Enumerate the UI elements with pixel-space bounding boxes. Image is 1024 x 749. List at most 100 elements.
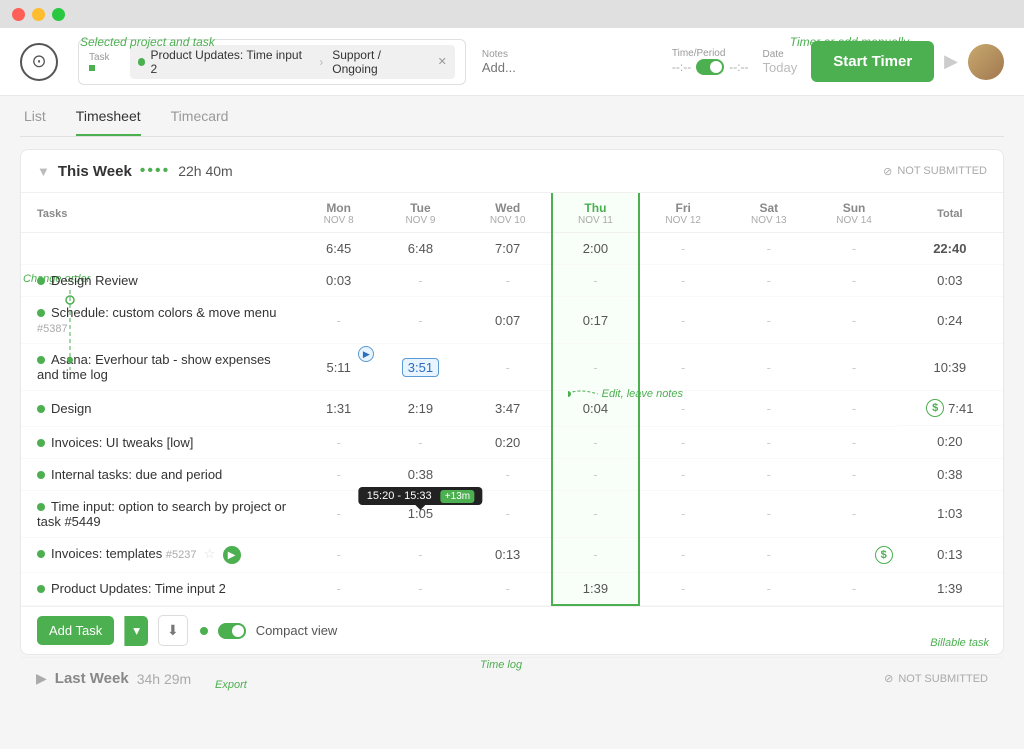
row4-mon[interactable]: 1:31 <box>301 391 376 427</box>
row5-tue: - <box>376 426 464 458</box>
task-dot-icon <box>37 439 45 447</box>
task-dot-icon <box>37 550 45 558</box>
notes-label: Notes <box>482 49 658 60</box>
row7-tue[interactable]: 15:20 - 15:33 +13m 1:05 <box>376 490 464 537</box>
minimize-button[interactable] <box>32 8 45 21</box>
col-thu: ThuNOV 11 <box>552 193 640 233</box>
tab-list[interactable]: List <box>24 108 46 136</box>
totals-sun: - <box>811 233 896 265</box>
task-tag[interactable]: Product Updates: Time input 2 › Support … <box>130 45 455 79</box>
last-week-section: ▶ Last Week 34h 29m ⊘ NOT SUBMITTED <box>20 657 1004 699</box>
add-task-dropdown-button[interactable]: ▾ <box>124 616 148 646</box>
row3-wed: - <box>465 344 552 391</box>
table-row: Design 1:31 2:19 3:47 0:04 - - - $ 7:41 <box>21 391 1003 427</box>
not-submitted-icon: ⊘ <box>883 165 892 178</box>
task-value: Product Updates: Time input 2 <box>150 48 310 76</box>
last-week-status: ⊘ NOT SUBMITTED <box>884 672 988 685</box>
task-dot-icon <box>37 277 45 285</box>
compact-view-toggle[interactable] <box>218 623 246 639</box>
row3-mon[interactable]: 5:11 ▶ <box>301 344 376 391</box>
breadcrumb-separator: › <box>319 55 323 69</box>
totals-tue: 6:48 <box>376 233 464 265</box>
row5-sat: - <box>726 426 811 458</box>
row6-fri: - <box>639 458 726 490</box>
time-tag-icon: ▶ <box>358 346 374 362</box>
row6-tue[interactable]: 0:38 <box>376 458 464 490</box>
task-name-cell: Design Review <box>21 265 301 297</box>
notes-input[interactable] <box>482 60 658 75</box>
row7-thu: - <box>552 490 640 537</box>
row9-mon: - <box>301 573 376 606</box>
date-area: Date Today <box>763 49 798 75</box>
maximize-button[interactable] <box>52 8 65 21</box>
tab-timesheet[interactable]: Timesheet <box>76 108 141 136</box>
row4-tue[interactable]: 2:19 <box>376 391 464 427</box>
row8-total: 0:13 <box>897 537 1003 573</box>
time-period-toggle[interactable] <box>696 59 724 75</box>
export-button[interactable]: ⬇ <box>158 615 188 646</box>
row5-wed[interactable]: 0:20 <box>465 426 552 458</box>
row1-sat: - <box>726 265 811 297</box>
week-hours: 22h 40m <box>178 163 883 179</box>
date-value[interactable]: Today <box>763 60 798 75</box>
time-period-area: Time/Period --:-- --:-- <box>672 48 749 75</box>
task-name-cell: Asana: Everhour tab - show expenses and … <box>21 344 301 391</box>
table-row: Time input: option to search by project … <box>21 490 1003 537</box>
table-row: Product Updates: Time input 2 - - - 1:39… <box>21 573 1003 606</box>
play-task-icon[interactable]: ▶ <box>223 546 241 564</box>
table-row: Design Review 0:03 - - - - - - 0:03 <box>21 265 1003 297</box>
task-remove-button[interactable]: ✕ <box>438 55 447 68</box>
row8-thu: - <box>552 537 640 573</box>
week-dots: •••• <box>140 162 170 180</box>
main-content: List Timesheet Timecard ▼ This Week ••••… <box>0 96 1024 749</box>
col-sun: SunNOV 14 <box>811 193 896 233</box>
row3-tue[interactable]: 3:51 <box>376 344 464 391</box>
col-tue: TueNOV 9 <box>376 193 464 233</box>
row1-wed: - <box>465 265 552 297</box>
time-end[interactable]: --:-- <box>729 60 748 74</box>
last-week-expand-icon[interactable]: ▶ <box>36 670 47 687</box>
row5-sun: - <box>811 426 896 458</box>
row8-wed[interactable]: 0:13 <box>465 537 552 573</box>
billable-icon: $ <box>875 546 893 564</box>
tab-bar: List Timesheet Timecard <box>20 108 1004 137</box>
star-icon[interactable]: ☆ <box>204 546 216 561</box>
table-row: Invoices: UI tweaks [low] - - 0:20 - - -… <box>21 426 1003 458</box>
row1-mon[interactable]: 0:03 <box>301 265 376 297</box>
time-start[interactable]: --:-- <box>672 60 691 74</box>
row6-sat: - <box>726 458 811 490</box>
row4-wed[interactable]: 3:47 <box>465 391 552 427</box>
task-dot-icon <box>37 405 45 413</box>
row7-sun: - <box>811 490 896 537</box>
task-dot-icon <box>37 356 45 364</box>
add-task-button[interactable]: Add Task <box>37 616 114 645</box>
task-name-cell: Schedule: custom colors & move menu #538… <box>21 297 301 344</box>
task-name-cell: Design <box>21 391 301 427</box>
col-tasks: Tasks <box>21 193 301 233</box>
app-logo: ⊙ <box>20 43 58 81</box>
row1-tue: - <box>376 265 464 297</box>
compact-view-label: Compact view <box>256 623 338 638</box>
task-name-cell: Invoices: templates #5237 ☆ ▶ <box>21 537 301 573</box>
col-total: Total <box>897 193 1003 233</box>
bottom-bar: Add Task ▾ ⬇ Compact view <box>21 606 1003 654</box>
task-name-cell: Product Updates: Time input 2 <box>21 573 301 606</box>
totals-total: 22:40 <box>897 233 1003 265</box>
task-name-cell: Internal tasks: due and period <box>21 458 301 490</box>
annotation-timer: Timer or add manually <box>790 35 909 49</box>
row2-thu[interactable]: 0:17 <box>552 297 640 344</box>
close-button[interactable] <box>12 8 25 21</box>
table-row: Asana: Everhour tab - show expenses and … <box>21 344 1003 391</box>
play-header-icon[interactable]: ▶ <box>944 51 958 72</box>
row2-wed[interactable]: 0:07 <box>465 297 552 344</box>
timesheet-table: Tasks MonNOV 8 TueNOV 9 WedNOV 10 ThuNOV… <box>21 193 1003 606</box>
row9-thu[interactable]: 1:39 <box>552 573 640 606</box>
tab-timecard[interactable]: Timecard <box>171 108 229 136</box>
row1-fri: - <box>639 265 726 297</box>
annotation-selected-project: Selected project and task <box>80 35 215 49</box>
task-dot-icon <box>37 471 45 479</box>
user-avatar[interactable] <box>968 44 1004 80</box>
task-dot-icon <box>37 585 45 593</box>
week-collapse-button[interactable]: ▼ <box>37 164 50 179</box>
row3-total: 10:39 <box>897 344 1003 391</box>
